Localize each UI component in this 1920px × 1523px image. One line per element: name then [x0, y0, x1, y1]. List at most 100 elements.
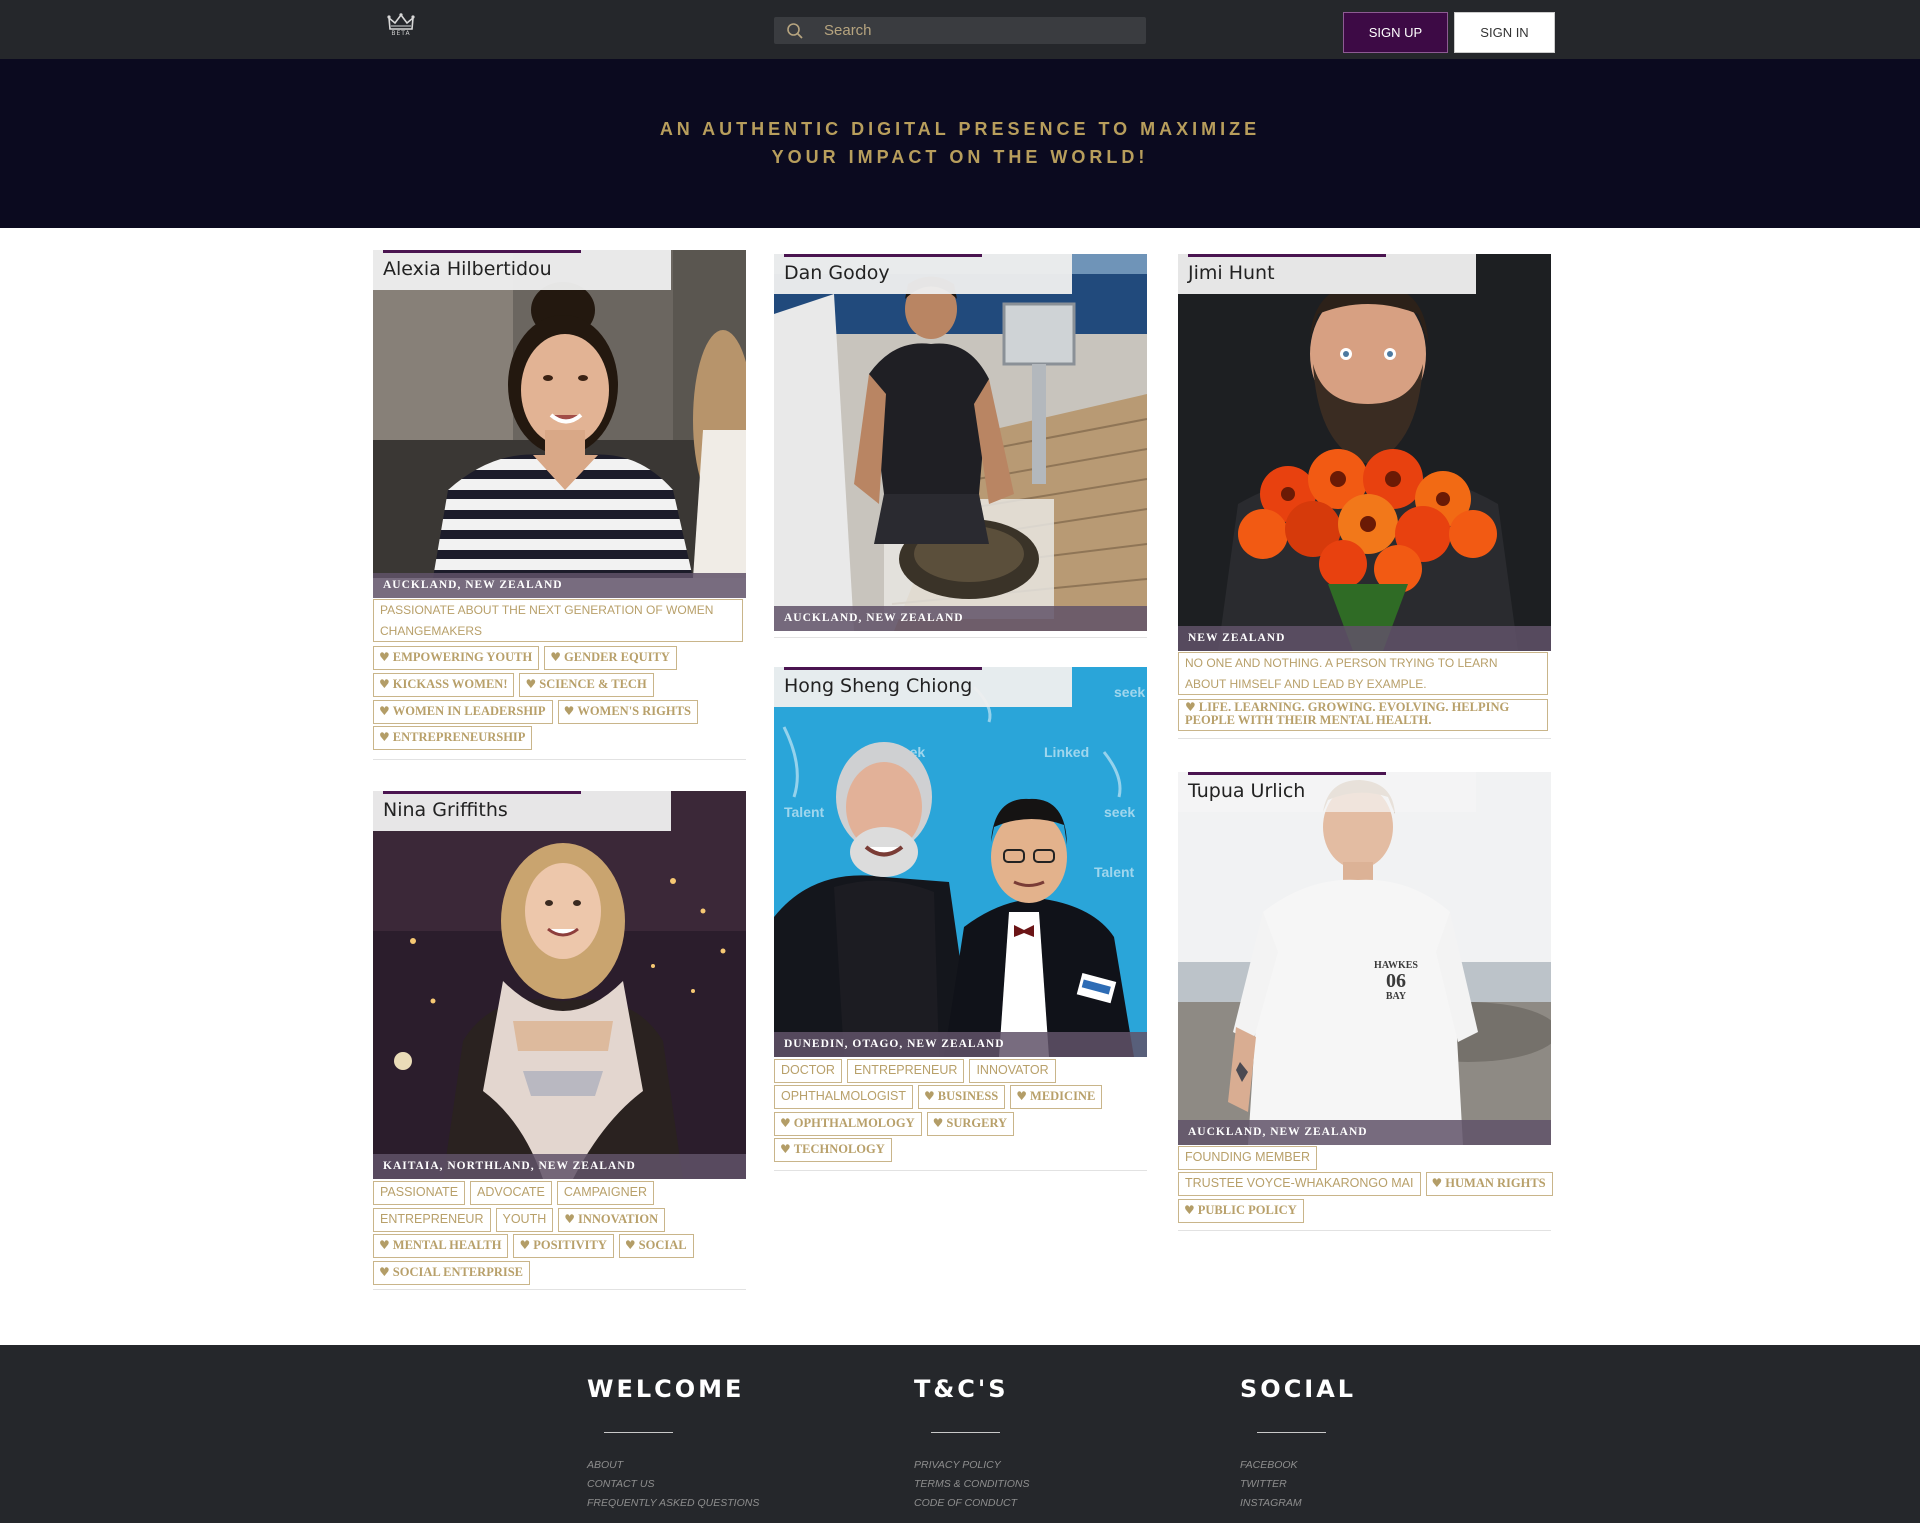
footer-link-about[interactable]: ABOUT	[587, 1459, 623, 1471]
tag-chip[interactable]: ♥ LIFE. LEARNING. GROWING. EVOLVING. HELP…	[1178, 699, 1548, 731]
footer-link-instagram[interactable]: INSTAGRAM	[1240, 1497, 1302, 1509]
name-tab: Hong Sheng Chiong	[774, 667, 1072, 707]
profile-card-alexia[interactable]: Alexia Hilbertidou AUCKLAND, NEW ZEALAND…	[373, 250, 746, 761]
name-tab: Jimi Hunt	[1178, 254, 1476, 294]
heart-icon: ♥	[379, 650, 390, 664]
name-accent-bar	[784, 254, 982, 257]
tag-chip[interactable]: ♥ POSITIVITY	[513, 1234, 614, 1258]
svg-text:seek: seek	[1104, 804, 1135, 820]
svg-text:Talent: Talent	[784, 804, 825, 820]
tag-chip[interactable]: ♥ BUSINESS	[918, 1085, 1006, 1109]
footer-link-twitter[interactable]: TWITTER	[1240, 1478, 1287, 1490]
svg-text:Talent: Talent	[1094, 864, 1135, 880]
tag-chip[interactable]: ♥ TECHNOLOGY	[774, 1138, 892, 1162]
tag-chip[interactable]: INNOVATOR	[969, 1059, 1056, 1083]
tag-chip[interactable]: ♥ HUMAN RIGHTS	[1425, 1172, 1553, 1196]
tag-label: WOMEN IN LEADERSHIP	[392, 704, 546, 718]
footer-link-terms[interactable]: TERMS & CONDITIONS	[914, 1478, 1030, 1490]
footer-link-contact[interactable]: CONTACT US	[587, 1478, 654, 1490]
tag-row: ♥ WOMEN IN LEADERSHIP ♥ WOMEN'S RIGHTS	[373, 700, 698, 724]
tag-chip[interactable]: ♥ KICKASS WOMEN!	[373, 673, 515, 697]
tag-label: MENTAL HEALTH	[392, 1238, 502, 1252]
profile-location: DUNEDIN, OTAGO, NEW ZEALAND	[774, 1032, 1147, 1057]
profile-name[interactable]: Hong Sheng Chiong	[784, 675, 972, 697]
profile-location: NEW ZEALAND	[1178, 626, 1551, 651]
footer-link-privacy[interactable]: PRIVACY POLICY	[914, 1459, 1001, 1471]
tag-chip[interactable]: ADVOCATE	[470, 1181, 552, 1205]
profile-name[interactable]: Dan Godoy	[784, 262, 890, 284]
tag-chip[interactable]: YOUTH	[495, 1208, 554, 1232]
tag-chip[interactable]: ♥ OPHTHALMOLOGY	[774, 1112, 922, 1136]
heart-icon: ♥	[550, 650, 562, 664]
tag-label: HUMAN RIGHTS	[1445, 1176, 1546, 1190]
tag-label: MEDICINE	[1030, 1089, 1096, 1103]
hero-tagline-line1: AN AUTHENTIC DIGITAL PRESENCE TO MAXIMIZ…	[659, 119, 1261, 139]
sign-in-button[interactable]: SIGN IN	[1454, 12, 1555, 53]
tag-chip[interactable]: TRUSTEE VOYCE-WHAKARONGO MAI	[1178, 1172, 1421, 1196]
search-bar[interactable]	[774, 17, 1146, 44]
tag-chip[interactable]: OPHTHALMOLOGIST	[774, 1085, 914, 1109]
tag-chip[interactable]: ♥ ENTREPRENEURSHIP	[373, 726, 533, 750]
profile-name[interactable]: Nina Griffiths	[383, 799, 508, 821]
profile-name[interactable]: Alexia Hilbertidou	[383, 258, 552, 280]
profile-photo[interactable]	[774, 254, 1147, 631]
profile-location: KAITAIA, NORTHLAND, NEW ZEALAND	[373, 1154, 746, 1179]
search-input[interactable]	[824, 17, 1134, 44]
tag-chip[interactable]: ♥ SCIENCE & TECH	[519, 673, 654, 697]
footer-divider	[1257, 1432, 1326, 1433]
profile-card-hong[interactable]: seekLinkedseek seekTalentTalent	[774, 667, 1147, 1172]
name-accent-bar	[383, 250, 581, 253]
profile-card-nina[interactable]: Nina Griffiths KAITAIA, NORTHLAND, NEW Z…	[373, 791, 746, 1291]
profile-name[interactable]: Tupua Urlich	[1188, 780, 1305, 802]
profile-photo[interactable]	[373, 791, 746, 1179]
profile-card-jimi[interactable]: Jimi Hunt NEW ZEALAND NO ONE AND NOTHING…	[1178, 254, 1551, 740]
tag-chip[interactable]: ♥ SOCIAL ENTERPRISE	[373, 1261, 531, 1285]
card-divider	[774, 1170, 1147, 1171]
footer-link-conduct[interactable]: CODE OF CONDUCT	[914, 1497, 1017, 1509]
profile-name[interactable]: Jimi Hunt	[1188, 262, 1275, 284]
profile-photo[interactable]	[373, 250, 746, 578]
tag-chip[interactable]: DOCTOR	[774, 1059, 842, 1083]
tag-chip[interactable]: ♥ GENDER EQUITY	[544, 646, 677, 670]
tag-chip[interactable]: ♥ PUBLIC POLICY	[1178, 1199, 1304, 1223]
name-accent-bar	[1188, 254, 1386, 257]
profile-photo[interactable]: HAWKES 06 BAY	[1178, 772, 1551, 1145]
name-accent-bar	[1188, 772, 1386, 775]
profile-photo[interactable]	[1178, 254, 1551, 651]
tag-label: TECHNOLOGY	[793, 1142, 885, 1156]
tag-chip[interactable]: ♥ MENTAL HEALTH	[373, 1234, 509, 1258]
tag-chip[interactable]: CAMPAIGNER	[556, 1181, 654, 1205]
profile-card-tupua[interactable]: HAWKES 06 BAY Tupua Urlich AUCKLAND, NEW…	[1178, 772, 1553, 1232]
tag-chip[interactable]: ♥ SURGERY	[926, 1112, 1015, 1136]
tag-chip[interactable]: ♥ EMPOWERING YOUTH	[373, 646, 540, 670]
heart-icon: ♥	[379, 1265, 390, 1279]
tag-chip[interactable]: ENTREPRENEUR	[846, 1059, 965, 1083]
profile-photo[interactable]: seekLinkedseek seekTalentTalent	[774, 667, 1147, 1057]
tag-chip[interactable]: ♥ WOMEN IN LEADERSHIP	[373, 700, 553, 724]
tag-label: SOCIAL	[638, 1238, 687, 1252]
tag-chip[interactable]: ♥ INNOVATION	[558, 1208, 666, 1232]
tag-label: BUSINESS	[937, 1089, 999, 1103]
tag-row: FOUNDING MEMBER	[1178, 1146, 1317, 1170]
tag-label: SOCIAL ENTERPRISE	[392, 1265, 524, 1279]
footer-link-facebook[interactable]: FACEBOOK	[1240, 1459, 1298, 1471]
tag-chip[interactable]: FOUNDING MEMBER	[1178, 1146, 1317, 1170]
name-tab: Dan Godoy	[774, 254, 1072, 294]
heart-icon: ♥	[1016, 1089, 1028, 1103]
tag-chip[interactable]: ♥ MEDICINE	[1010, 1085, 1103, 1109]
heart-icon: ♥	[624, 1238, 636, 1252]
profile-bio: PASSIONATE ABOUT THE NEXT GENERATION OF …	[373, 599, 743, 642]
name-tab: Alexia Hilbertidou	[373, 250, 671, 290]
tag-label: EMPOWERING YOUTH	[392, 650, 533, 664]
tag-chip[interactable]: ♥ WOMEN'S RIGHTS	[557, 700, 698, 724]
tag-chip[interactable]: PASSIONATE	[373, 1181, 466, 1205]
footer-link-faq[interactable]: FREQUENTLY ASKED QUESTIONS	[587, 1497, 759, 1509]
tag-row: ♥ PUBLIC POLICY	[1178, 1199, 1304, 1223]
profile-card-dan[interactable]: Dan Godoy AUCKLAND, NEW ZEALAND	[774, 254, 1147, 639]
tag-chip[interactable]: ♥ SOCIAL	[618, 1234, 694, 1258]
tag-row: TRUSTEE VOYCE-WHAKARONGO MAI ♥ HUMAN RIGH…	[1178, 1172, 1553, 1196]
tag-chip[interactable]: ENTREPRENEUR	[373, 1208, 491, 1232]
search-icon	[786, 22, 804, 45]
tag-label: LIFE. LEARNING. GROWING. EVOLVING. HELPI…	[1185, 700, 1510, 727]
sign-up-button[interactable]: SIGN UP	[1343, 12, 1448, 53]
